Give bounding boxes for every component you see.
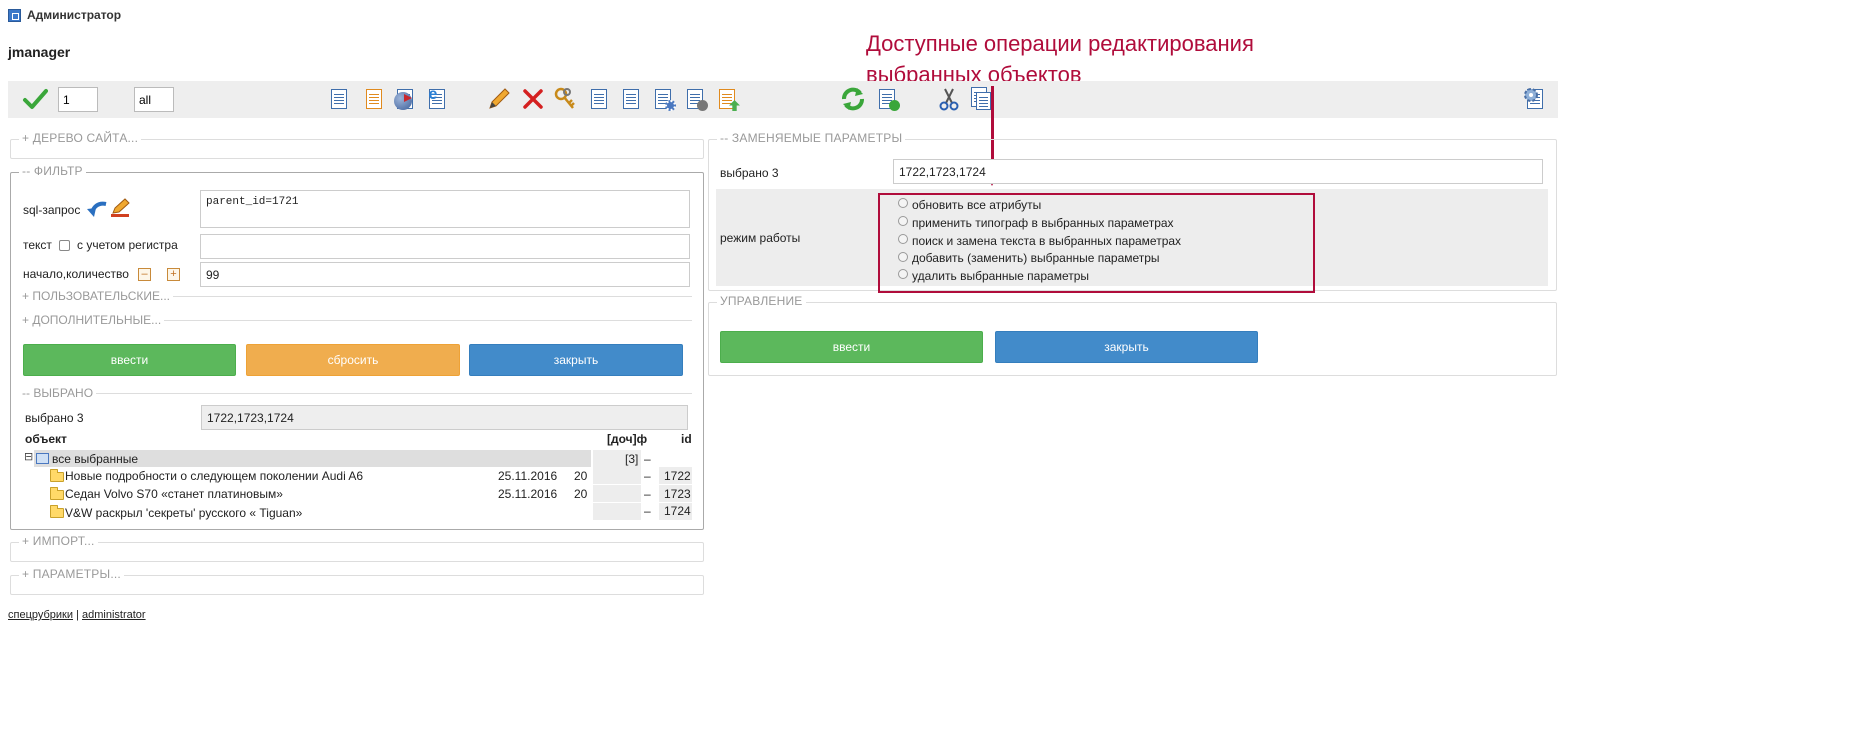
extra-fields-toggle[interactable]: + ДОПОЛНИТЕЛЬНЫЕ... — [19, 313, 165, 327]
annotation-line-1: Доступные операции редактирования — [866, 31, 1254, 56]
user-fields-toggle[interactable]: + ПОЛЬЗОВАТЕЛЬСКИЕ... — [19, 289, 174, 303]
undo-arrow-icon[interactable] — [86, 200, 108, 218]
row-name[interactable]: V&W раскрыл 'секреты' русского « Tiguan» — [65, 506, 302, 520]
count-input[interactable]: 99 — [200, 262, 690, 287]
row-dash: – — [644, 469, 651, 483]
selected-count-label: выбрано 3 — [25, 411, 84, 425]
delete-x-icon[interactable] — [520, 86, 546, 112]
row-name[interactable]: Новые подробности о следующем поколении … — [65, 469, 363, 483]
footer-link-specrubrics[interactable]: спецрубрики — [8, 609, 73, 621]
params-section[interactable]: + ПАРАМЕТРЫ... — [10, 567, 704, 595]
document-gear-icon[interactable] — [650, 86, 676, 112]
edit-sql-icon[interactable] — [109, 198, 131, 220]
confirm-check-icon[interactable] — [22, 86, 48, 112]
import-section[interactable]: + ИМПОРТ... — [10, 534, 704, 562]
folder-icon — [50, 505, 64, 518]
row-num: 20 — [574, 469, 588, 483]
keys-icon[interactable] — [552, 86, 578, 112]
row-dash: – — [644, 504, 651, 518]
text-filter-input[interactable] — [200, 234, 690, 259]
increment-button[interactable]: + — [167, 268, 180, 281]
filter-reset-button[interactable]: сбросить — [246, 344, 460, 376]
root-count: [3] — [625, 452, 639, 466]
row-id: 1722 — [664, 469, 691, 483]
row-num: 20 — [574, 487, 588, 501]
decrement-button[interactable]: – — [138, 268, 151, 281]
col-header-docf: [доч]ф — [607, 432, 648, 446]
replace-selected-label: выбрано 3 — [720, 166, 779, 180]
refresh-arrows-icon[interactable] — [840, 86, 866, 112]
window-title: Администратор — [27, 8, 122, 22]
site-tree-toggle[interactable]: + ДЕРЕВО САЙТА... — [19, 131, 142, 145]
document-table-icon[interactable] — [618, 86, 644, 112]
row-name[interactable]: Седан Volvo S70 «станет платиновым» — [65, 487, 283, 501]
footer-separator: | — [76, 609, 79, 621]
case-sensitive-checkbox[interactable] — [59, 240, 70, 251]
filter-close-button[interactable]: закрыть — [469, 344, 683, 376]
app-name: jmanager — [8, 44, 71, 60]
window-icon — [8, 8, 21, 22]
mode-label: режим работы — [720, 231, 801, 245]
replace-submit-button[interactable]: ввести — [720, 331, 983, 363]
footer: спецрубрики | administrator — [8, 609, 146, 621]
row-id: 1724 — [664, 504, 691, 518]
row-id: 1723 — [664, 487, 691, 501]
footer-link-administrator[interactable]: administrator — [82, 609, 146, 621]
selection-root-icon — [36, 453, 49, 464]
toolbar: e — [8, 81, 1558, 118]
filter-submit-button[interactable]: ввести — [23, 344, 236, 376]
col-header-id: id — [681, 432, 692, 446]
params-toggle[interactable]: + ПАРАМЕТРЫ... — [19, 567, 124, 581]
root-dash: – — [644, 452, 651, 466]
document-tools-icon[interactable] — [682, 86, 708, 112]
tree-collapse-toggle[interactable]: ⊟ — [24, 450, 33, 463]
scissors-icon[interactable] — [936, 86, 962, 112]
annotation-highlight-box — [878, 193, 1315, 293]
selected-legend[interactable]: -- ВЫБРАНО — [19, 386, 97, 400]
row-date: 25.11.2016 — [498, 487, 558, 501]
document-export-icon[interactable] — [714, 86, 740, 112]
row-dash: – — [644, 487, 651, 501]
col-header-object: объект — [25, 432, 67, 446]
window-titlebar: Администратор — [8, 7, 121, 23]
sql-query-textarea[interactable]: parent_id=1721 — [200, 190, 690, 228]
text-filter-label: текст — [23, 238, 52, 252]
row-date: 25.11.2016 — [498, 469, 558, 483]
document-orange-icon[interactable] — [361, 86, 387, 112]
replace-selected-input[interactable]: 1722,1723,1724 — [893, 159, 1543, 184]
ie-document-icon[interactable]: e — [424, 86, 450, 112]
filter-legend[interactable]: -- ФИЛЬТР — [19, 164, 86, 178]
sql-query-label: sql-запрос — [23, 203, 81, 217]
count-input[interactable] — [134, 87, 174, 112]
root-name[interactable]: все выбранные — [52, 452, 138, 466]
start-count-label: начало,количество — [23, 267, 129, 281]
page-input[interactable] — [58, 87, 98, 112]
case-sensitive-label: с учетом регистра — [77, 238, 178, 252]
document-import-icon[interactable] — [874, 86, 900, 112]
replace-close-button[interactable]: закрыть — [995, 331, 1258, 363]
folder-icon — [50, 487, 64, 500]
globe-document-icon[interactable] — [392, 86, 418, 112]
replace-params-legend[interactable]: -- ЗАМЕНЯЕМЫЕ ПАРАМЕТРЫ — [717, 131, 906, 145]
settings-panel-icon[interactable] — [1522, 86, 1548, 112]
import-toggle[interactable]: + ИМПОРТ... — [19, 534, 98, 548]
control-legend: УПРАВЛЕНИЕ — [717, 294, 806, 308]
document-list-icon[interactable] — [326, 86, 352, 112]
edit-pencil-icon[interactable] — [486, 86, 512, 112]
selected-ids-field: 1722,1723,1724 — [201, 405, 688, 430]
document-tree-icon[interactable] — [586, 86, 612, 112]
site-tree-section[interactable]: + ДЕРЕВО САЙТА... — [10, 131, 704, 159]
folder-icon — [50, 469, 64, 482]
